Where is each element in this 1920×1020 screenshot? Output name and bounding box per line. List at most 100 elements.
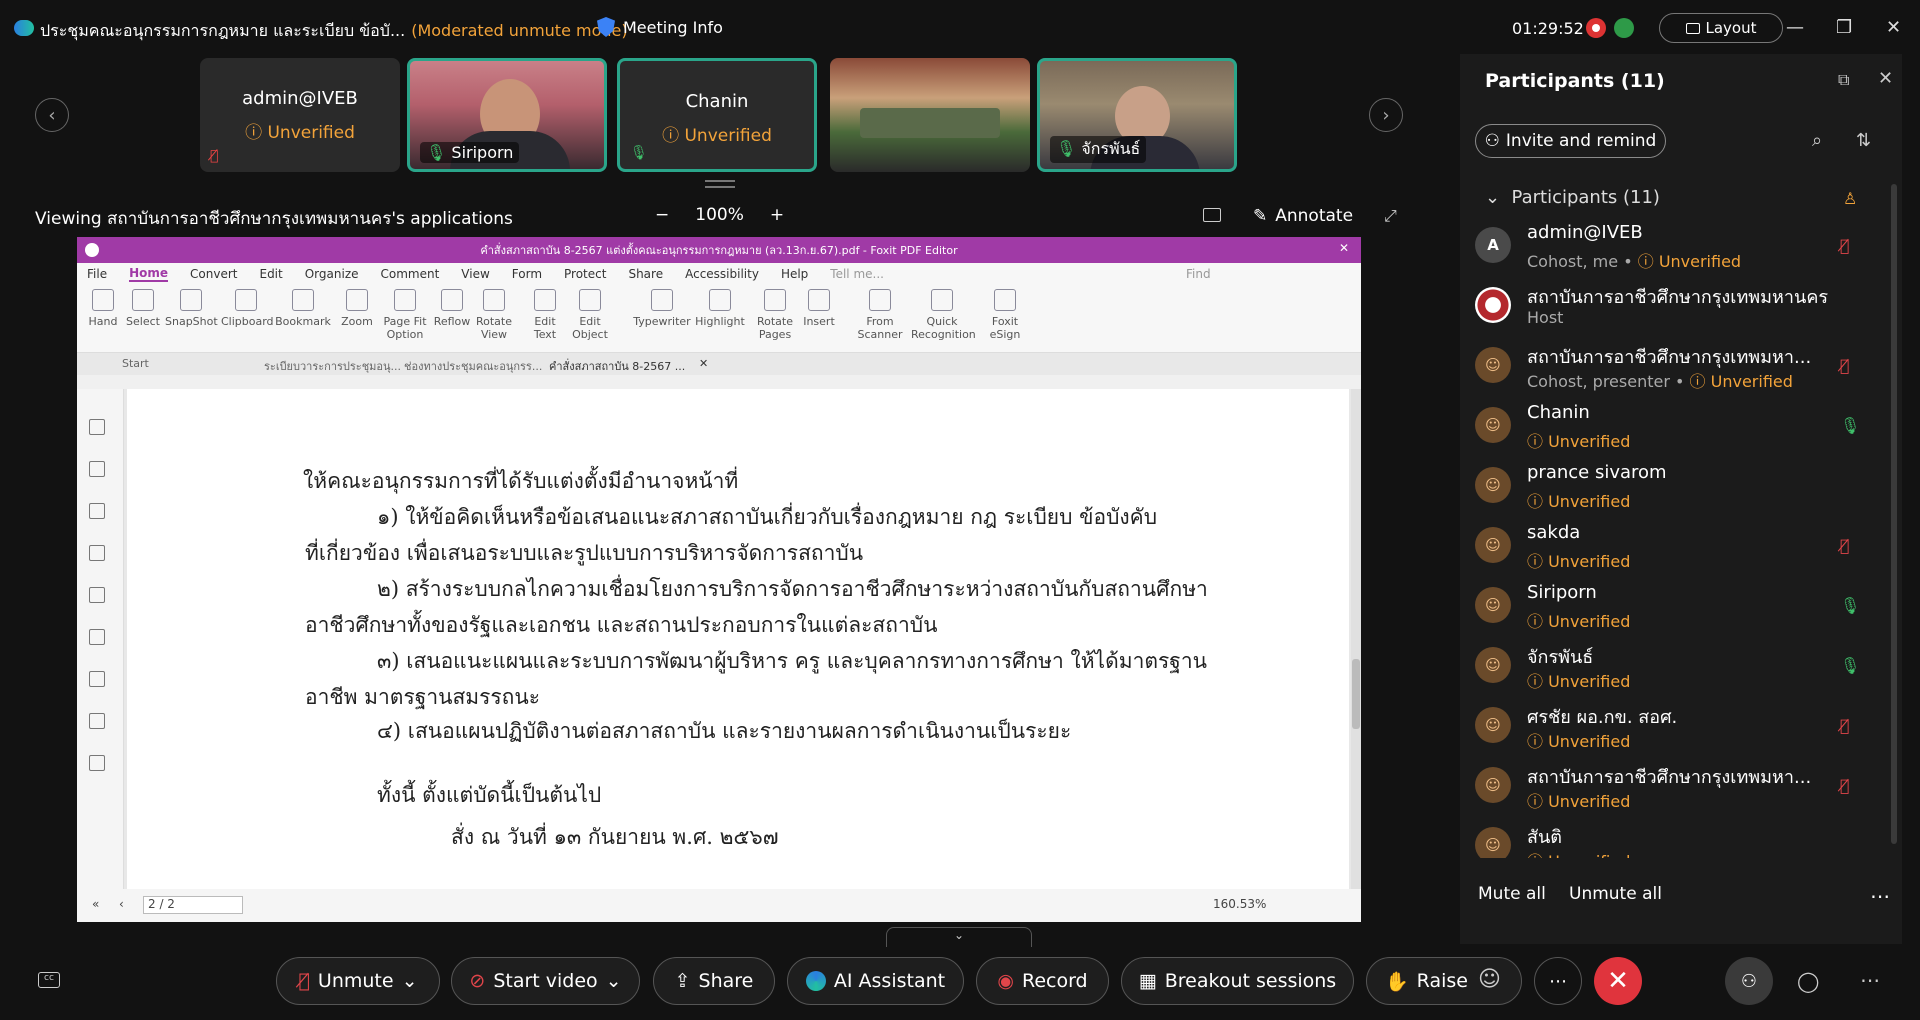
participant-row[interactable]: ☺ sakda ⓘ Unverified 🎙̸ xyxy=(1460,518,1902,576)
participant-row[interactable]: สถาบันการอาชีวศึกษากรุงเทพมหานคร Host xyxy=(1460,278,1902,336)
participants-group-header[interactable]: ⌄ Participants (11) xyxy=(1485,187,1660,208)
participant-row[interactable]: Aadmin@IVEB Cohost, me • ⓘ Unverified 🎙̸ xyxy=(1460,218,1902,276)
more-options-icon[interactable]: ⋯ xyxy=(1534,957,1582,1005)
screen-icon[interactable] xyxy=(1203,208,1221,222)
chat-icon[interactable]: ◯ xyxy=(1797,969,1819,993)
search-icon[interactable]: ⌕ xyxy=(1812,130,1822,151)
menu-convert[interactable]: Convert xyxy=(190,267,237,281)
leave-meeting-icon[interactable]: ✕ xyxy=(1594,957,1642,1005)
ribbon-quick-recognition[interactable]: Quick Recognition xyxy=(911,289,976,341)
ribbon-insert[interactable]: Insert xyxy=(799,289,839,328)
reactions-icon[interactable]: ☺ xyxy=(1478,967,1501,992)
page-number-field[interactable]: 2 / 2 xyxy=(143,896,243,914)
video-tile-jakkapan[interactable]: 🎙 จักรพันธ์ xyxy=(1037,58,1237,172)
video-tile-room[interactable] xyxy=(830,58,1030,172)
ribbon-rotate-pages[interactable]: Rotate Pages xyxy=(753,289,797,341)
zoom-percent[interactable]: 160.53% xyxy=(1213,897,1266,911)
mic-muted-icon[interactable]: 🎙̸ xyxy=(1840,536,1850,555)
zoom-in-icon[interactable]: + xyxy=(770,205,784,225)
chevron-down-icon[interactable]: ⌄ xyxy=(402,970,418,992)
tell-me-input[interactable]: Tell me... xyxy=(830,267,884,281)
unmute-all-button[interactable]: Unmute all xyxy=(1569,884,1662,904)
ribbon-highlight[interactable]: Highlight xyxy=(693,289,747,328)
breakout-sessions-button[interactable]: ▦ Breakout sessions xyxy=(1121,957,1354,1005)
mic-on-icon[interactable]: 🎙 xyxy=(1840,656,1860,675)
panel-scrollbar[interactable] xyxy=(1891,184,1897,844)
ribbon-page-fit[interactable]: Page Fit Option xyxy=(380,289,430,341)
collapse-toolbar-icon[interactable]: ⌄ xyxy=(886,927,1032,947)
menu-view[interactable]: View xyxy=(461,267,489,281)
participant-row[interactable]: ☺ Siriporn ⓘ Unverified 🎙 xyxy=(1460,578,1902,636)
ribbon-from-scanner[interactable]: From Scanner xyxy=(853,289,907,341)
popout-icon[interactable]: ⧉ xyxy=(1838,70,1849,90)
participant-row[interactable]: ☺ จักรพันธ์ ⓘ Unverified 🎙 xyxy=(1460,638,1902,696)
attachments-panel-icon[interactable] xyxy=(89,587,105,603)
meeting-info-button[interactable]: Meeting Info xyxy=(597,17,723,37)
participant-row[interactable]: ☺ prance sivarom ⓘ Unverified xyxy=(1460,458,1902,516)
doc-tab-channel[interactable]: ช่องทางประชุมคณะอนุกรร... xyxy=(404,357,542,375)
menu-share[interactable]: Share xyxy=(628,267,663,281)
video-tile-admin[interactable]: admin@IVEB ⓘ Unverified 🎙̸ xyxy=(200,58,400,172)
captions-icon[interactable]: cc xyxy=(38,972,60,988)
menu-comment[interactable]: Comment xyxy=(381,267,440,281)
filmstrip-prev-icon[interactable]: ‹ xyxy=(35,98,69,132)
destinations-panel-icon[interactable] xyxy=(89,755,105,771)
ribbon-clipboard[interactable]: Clipboard xyxy=(221,289,274,328)
menu-edit[interactable]: Edit xyxy=(259,267,282,281)
ribbon-select[interactable]: Select xyxy=(125,289,161,328)
ribbon-edit-text[interactable]: Edit Text xyxy=(527,289,563,341)
zoom-out-icon[interactable]: − xyxy=(655,205,669,225)
ribbon-typewriter[interactable]: Typewriter xyxy=(631,289,693,328)
sort-icon[interactable]: ⇅ xyxy=(1856,130,1871,151)
signature-panel-icon[interactable] xyxy=(89,713,105,729)
menu-organize[interactable]: Organize xyxy=(305,267,359,281)
more-options-icon[interactable]: ⋯ xyxy=(1870,884,1890,908)
ai-assistant-button[interactable]: AI Assistant xyxy=(787,957,964,1005)
menu-home[interactable]: Home xyxy=(129,266,169,282)
pages-panel-icon[interactable] xyxy=(89,461,105,477)
ribbon-rotate-view[interactable]: Rotate View xyxy=(473,289,515,341)
doc-tab-agenda[interactable]: ระเบียบวาระการประชุมอนุ... xyxy=(264,357,401,375)
find-input[interactable]: Find xyxy=(1186,267,1211,281)
ribbon-bookmark[interactable]: Bookmark xyxy=(275,289,331,328)
fullscreen-icon[interactable]: ⤢ xyxy=(1384,206,1397,226)
start-video-button[interactable]: ⊘ Start video ⌄ xyxy=(451,957,640,1005)
security-panel-icon[interactable] xyxy=(89,629,105,645)
mic-on-icon[interactable]: 🎙 xyxy=(1840,416,1860,435)
participant-row[interactable]: ☺ สถาบันการอาชีวศึกษากรุงเทพมหา... ⓘ Unver… xyxy=(1460,758,1902,816)
ribbon-hand[interactable]: Hand xyxy=(85,289,121,328)
participant-row[interactable]: ☺ สถาบันการอาชีวศึกษากรุงเทพมหา... Cohost,… xyxy=(1460,338,1902,396)
ribbon-snapshot[interactable]: SnapShot xyxy=(165,289,218,328)
mute-all-button[interactable]: Mute all xyxy=(1478,884,1546,904)
record-button[interactable]: ◉ Record xyxy=(976,957,1109,1005)
participants-icon[interactable]: ⚇ xyxy=(1725,957,1773,1005)
video-tile-siriporn[interactable]: 🎙 Siriporn xyxy=(407,58,607,172)
ribbon-zoom[interactable]: Zoom xyxy=(339,289,375,328)
scrollbar-thumb[interactable] xyxy=(1352,659,1360,729)
close-window-icon[interactable]: ✕ xyxy=(1886,17,1901,38)
foxit-scrollbar[interactable] xyxy=(1351,389,1361,889)
ribbon-reflow[interactable]: Reflow xyxy=(433,289,471,328)
prev-page-icon[interactable]: ‹ xyxy=(119,897,124,911)
comments-panel-icon[interactable] xyxy=(89,503,105,519)
mic-on-icon[interactable]: 🎙 xyxy=(1840,596,1860,615)
video-tile-chanin[interactable]: Chanin ⓘ Unverified 🎙 xyxy=(617,58,817,172)
participant-row[interactable]: ☺ ศรชัย ผอ.กข. สอศ. ⓘ Unverified 🎙̸ xyxy=(1460,698,1902,756)
bookmark-panel-icon[interactable] xyxy=(89,419,105,435)
participant-row[interactable]: ☺ สันติ ⓘ Unverified xyxy=(1460,818,1902,858)
mic-muted-icon[interactable]: 🎙̸ xyxy=(1840,356,1850,375)
content-panel-icon[interactable] xyxy=(89,671,105,687)
unmute-button[interactable]: 🎙̸ Unmute ⌄ xyxy=(276,957,440,1005)
restore-icon[interactable]: ❐ xyxy=(1836,17,1852,38)
annotate-button[interactable]: ✎ Annotate xyxy=(1253,206,1353,226)
resize-handle[interactable] xyxy=(705,180,735,188)
mic-muted-icon[interactable]: 🎙̸ xyxy=(1840,716,1850,735)
more-panels-icon[interactable]: ⋯ xyxy=(1860,968,1880,992)
ribbon-foxit-esign[interactable]: Foxit eSign xyxy=(985,289,1025,341)
layers-panel-icon[interactable] xyxy=(89,545,105,561)
chevron-down-icon[interactable]: ⌄ xyxy=(606,970,622,992)
close-panel-icon[interactable]: ✕ xyxy=(1878,68,1893,89)
share-button[interactable]: ⇪ Share xyxy=(653,957,775,1005)
filmstrip-next-icon[interactable]: › xyxy=(1369,98,1403,132)
minimize-icon[interactable]: — xyxy=(1786,17,1804,38)
